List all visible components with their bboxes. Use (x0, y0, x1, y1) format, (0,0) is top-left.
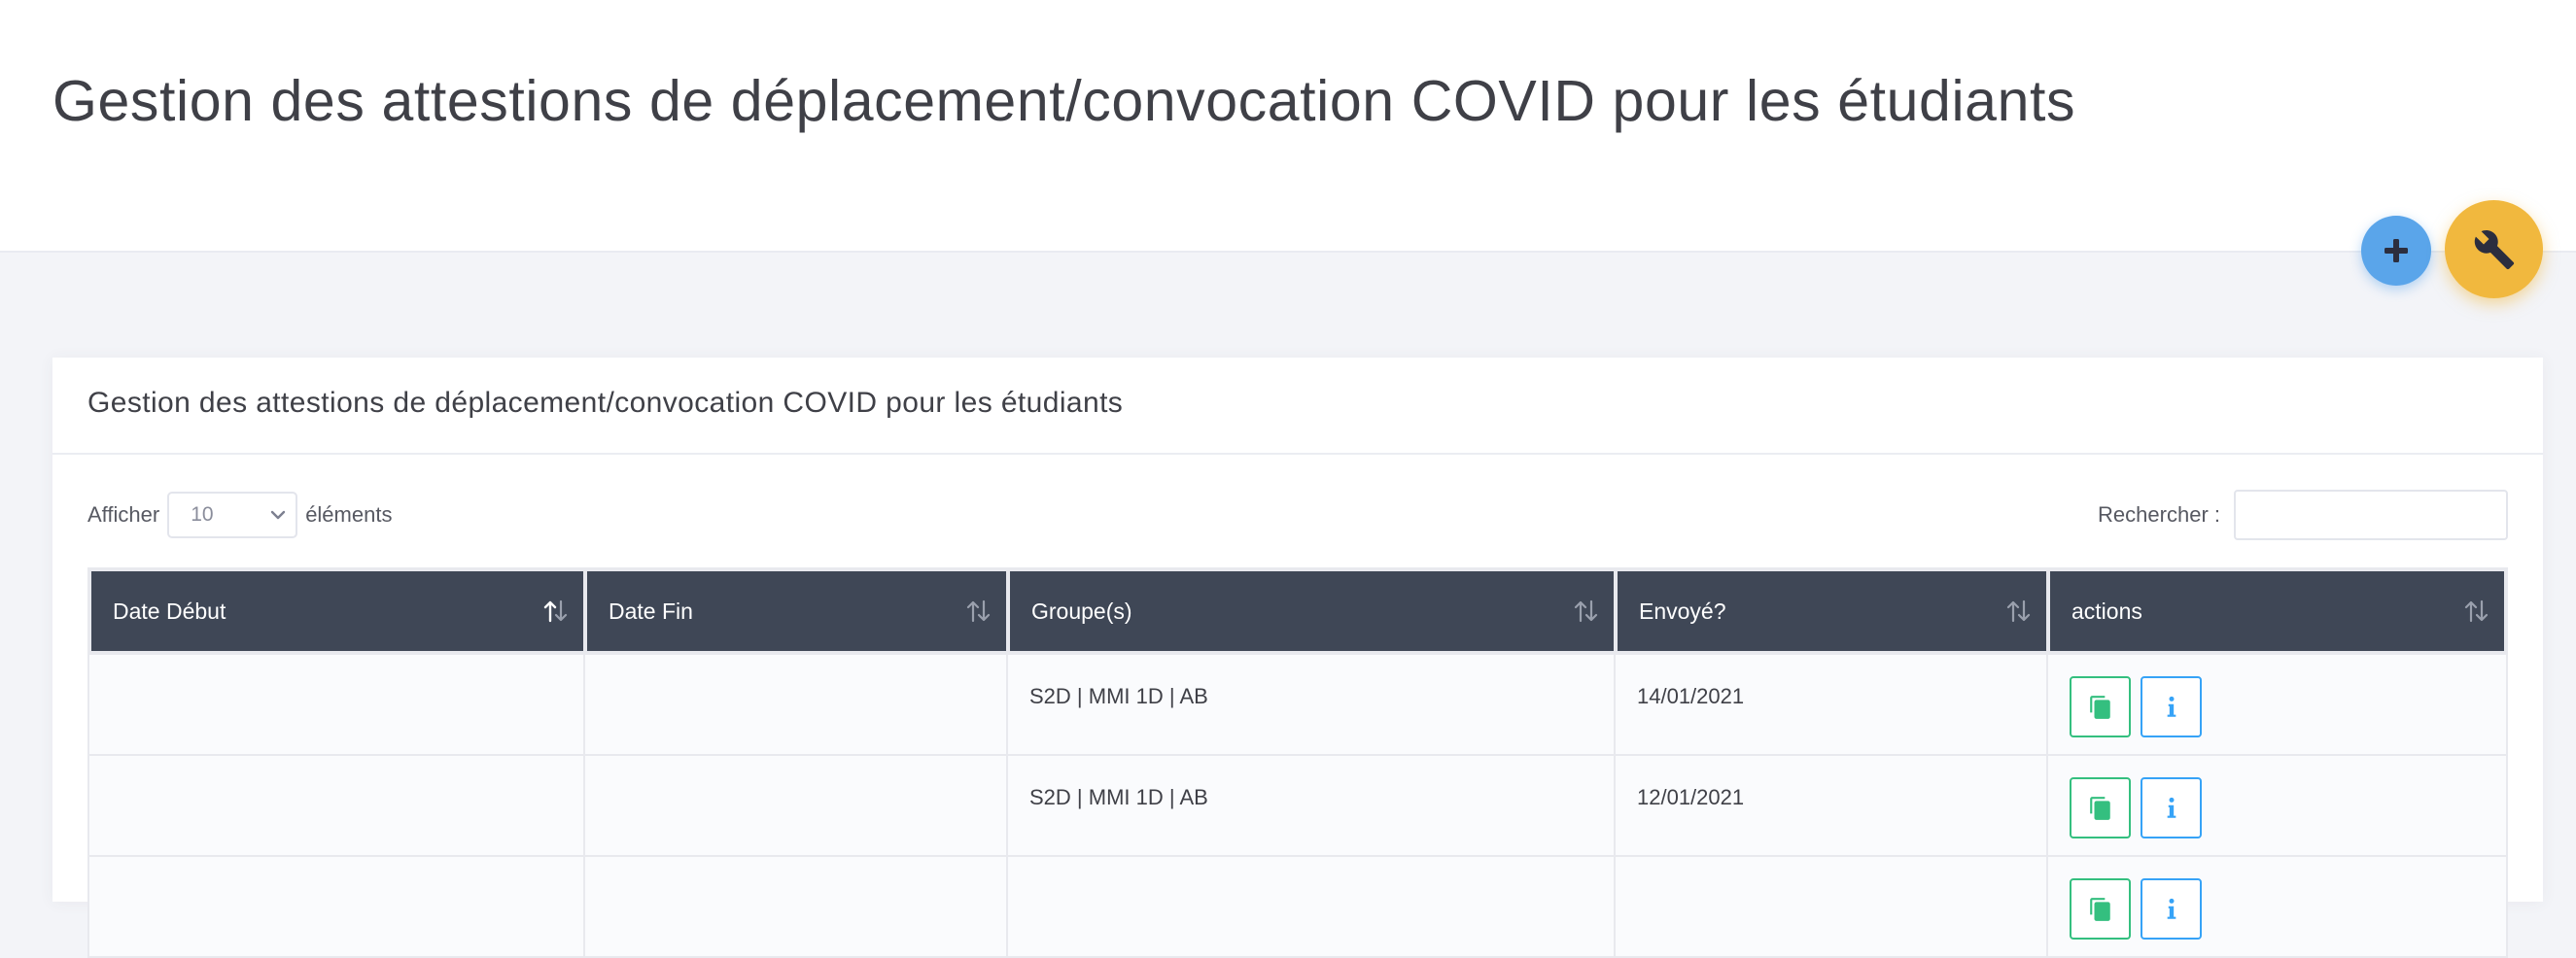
column-header-groupes[interactable]: Groupe(s) (1006, 567, 1614, 655)
table-row: S2D | MMI 1D | AB 12/01/2021 (87, 756, 2508, 857)
search-input[interactable] (2234, 490, 2508, 540)
sort-icon (2006, 599, 2031, 623)
wrench-icon (2474, 229, 2514, 269)
cell-groupes: S2D | MMI 1D | AB (1006, 756, 1614, 857)
chevron-down-icon (270, 510, 286, 520)
column-label: Envoyé? (1639, 598, 1726, 624)
info-button[interactable] (2141, 676, 2203, 737)
attestations-portlet: Gestion des attestions de déplacement/co… (52, 358, 2543, 958)
cell-actions (2046, 655, 2508, 756)
page-length-value: 10 (191, 503, 214, 526)
copy-icon (2089, 796, 2110, 820)
portlet-title: Gestion des attestions de déplacement/co… (87, 387, 1124, 419)
cell-date-debut (87, 655, 583, 756)
info-icon (2167, 898, 2176, 919)
column-label: Date Fin (609, 598, 693, 624)
elements-label: éléments (305, 502, 393, 527)
search-control: Rechercher : (2098, 490, 2508, 540)
cell-groupes (1006, 857, 1614, 958)
column-header-envoye[interactable]: Envoyé? (1614, 567, 2046, 655)
column-header-date-debut[interactable]: Date Début (87, 567, 583, 655)
copy-icon (2089, 695, 2110, 719)
column-label: Date Début (113, 598, 226, 624)
table-header-row: Date Début Date Fin Groupe(s) Envoyé? ac… (87, 567, 2508, 655)
column-label: Groupe(s) (1031, 598, 1132, 624)
cell-envoye: 12/01/2021 (1614, 756, 2046, 857)
cell-date-fin (583, 857, 1006, 958)
copy-icon (2089, 897, 2110, 921)
info-button[interactable] (2141, 878, 2203, 940)
table-row: S2D | MMI 1D | AB 14/01/2021 (87, 655, 2508, 756)
page-length-select[interactable]: 10 (167, 492, 298, 538)
attestations-table: Date Début Date Fin Groupe(s) Envoyé? ac… (87, 567, 2508, 958)
page-length-control: Afficher 10 éléments (87, 490, 392, 540)
column-header-actions[interactable]: actions (2046, 567, 2508, 655)
copy-button[interactable] (2070, 676, 2131, 737)
search-label: Rechercher : (2098, 502, 2220, 527)
portlet-header: Gestion des attestions de déplacement/co… (52, 358, 2543, 455)
sort-icon (1574, 599, 1598, 623)
page-title: Gestion des attestions de déplacement/co… (52, 69, 2076, 133)
cell-groupes: S2D | MMI 1D | AB (1006, 655, 1614, 756)
tools-button[interactable] (2445, 200, 2543, 298)
info-button[interactable] (2141, 777, 2203, 838)
sort-active-icon (543, 599, 568, 623)
copy-button[interactable] (2070, 777, 2131, 838)
add-button[interactable] (2361, 216, 2431, 286)
cell-envoye (1614, 857, 2046, 958)
copy-button[interactable] (2070, 878, 2131, 940)
show-label: Afficher (87, 502, 160, 527)
table-row (87, 857, 2508, 958)
info-icon (2167, 696, 2176, 717)
sort-icon (2464, 599, 2489, 623)
info-icon (2167, 797, 2176, 818)
plus-icon (2385, 239, 2408, 262)
cell-date-debut (87, 756, 583, 857)
cell-actions (2046, 857, 2508, 958)
page-header: Gestion des attestions de déplacement/co… (0, 0, 2576, 253)
cell-envoye: 14/01/2021 (1614, 655, 2046, 756)
cell-date-debut (87, 857, 583, 958)
cell-date-fin (583, 655, 1006, 756)
cell-actions (2046, 756, 2508, 857)
column-header-date-fin[interactable]: Date Fin (583, 567, 1006, 655)
column-label: actions (2071, 598, 2142, 624)
cell-date-fin (583, 756, 1006, 857)
sort-icon (966, 599, 991, 623)
